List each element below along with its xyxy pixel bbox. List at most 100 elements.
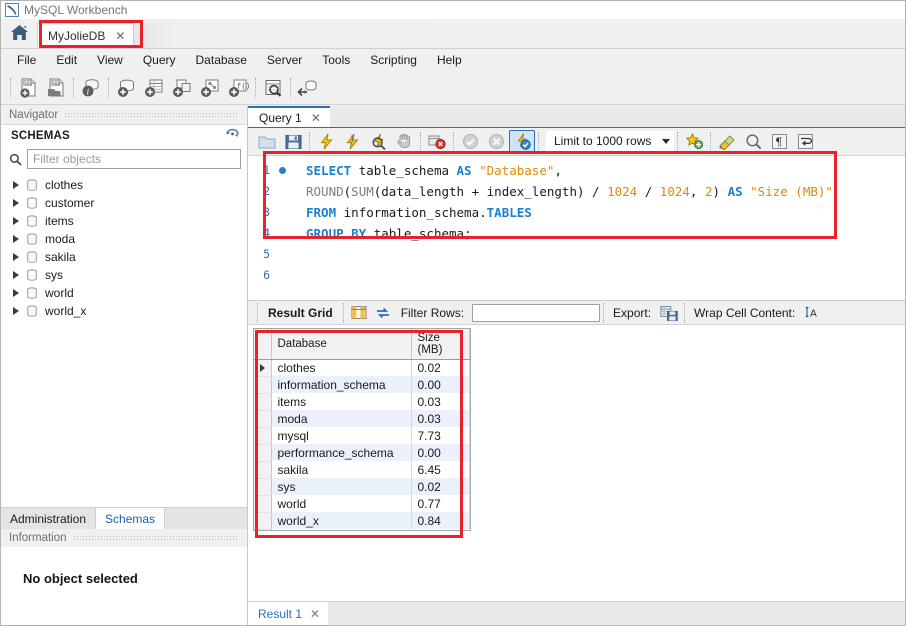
menu-scripting[interactable]: Scripting (360, 50, 427, 70)
home-button[interactable] (1, 19, 37, 48)
column-header-database[interactable]: Database (271, 329, 412, 360)
refresh-icon[interactable] (226, 128, 239, 143)
schema-item-moda[interactable]: moda (1, 230, 247, 248)
schema-item-sakila[interactable]: sakila (1, 248, 247, 266)
filter-objects-input[interactable] (27, 149, 241, 169)
schema-item-world[interactable]: world (1, 284, 247, 302)
chevron-right-icon[interactable] (13, 307, 19, 315)
sql-editor[interactable]: 1 2 3 4 5 6 SELECT table_schema AS "Data… (248, 156, 905, 301)
row-marker-cell[interactable] (254, 393, 272, 411)
row-marker-cell[interactable] (254, 478, 272, 496)
reconnect-dbms-icon[interactable] (294, 74, 322, 102)
cell-database[interactable]: performance_schema (271, 444, 412, 461)
table-row[interactable]: items 0.03 (254, 393, 470, 411)
chevron-down-icon[interactable] (657, 131, 675, 152)
sql-code-text[interactable]: SELECT table_schema AS "Database", ROUND(… (290, 156, 905, 300)
cell-size[interactable]: 7.73 (411, 427, 470, 444)
schema-item-world_x[interactable]: world_x (1, 302, 247, 320)
cell-database[interactable]: world_x (271, 512, 412, 529)
result-tab-result1[interactable]: Result 1 ✕ (248, 602, 329, 625)
menu-database[interactable]: Database (186, 50, 257, 70)
new-function-icon[interactable]: f() (224, 74, 252, 102)
chevron-right-icon[interactable] (13, 235, 19, 243)
cell-size[interactable]: 0.02 (411, 478, 470, 495)
cell-database[interactable]: clothes (271, 359, 412, 376)
menu-help[interactable]: Help (427, 50, 472, 70)
table-row[interactable]: moda 0.03 (254, 410, 470, 428)
cell-size[interactable]: 6.45 (411, 461, 470, 478)
cell-size[interactable]: 0.77 (411, 495, 470, 512)
search-data-icon[interactable] (259, 74, 287, 102)
close-icon[interactable]: ✕ (311, 111, 321, 125)
new-view-icon[interactable] (168, 74, 196, 102)
new-procedure-icon[interactable] (196, 74, 224, 102)
cell-database[interactable]: items (271, 393, 412, 410)
toggle-wrapping-icon[interactable] (792, 130, 818, 154)
export-recordset-icon[interactable] (657, 303, 681, 323)
new-table-icon[interactable] (140, 74, 168, 102)
table-row[interactable]: clothes 0.02 (254, 359, 470, 377)
schema-item-sys[interactable]: sys (1, 266, 247, 284)
chevron-right-icon[interactable] (13, 217, 19, 225)
menu-server[interactable]: Server (257, 50, 312, 70)
cell-database[interactable]: moda (271, 410, 412, 427)
find-icon[interactable] (740, 130, 766, 154)
refresh-arrows-icon[interactable] (371, 303, 395, 323)
table-row[interactable]: information_schema 0.00 (254, 376, 470, 394)
row-marker-cell[interactable] (254, 444, 272, 462)
cell-database[interactable]: sys (271, 478, 412, 495)
save-script-icon[interactable] (280, 130, 306, 154)
row-marker-cell[interactable] (254, 495, 272, 513)
menu-tools[interactable]: Tools (312, 50, 360, 70)
table-row[interactable]: sakila 6.45 (254, 461, 470, 479)
row-marker-cell[interactable] (254, 512, 272, 530)
explain-statement-icon[interactable] (365, 130, 391, 154)
cell-size[interactable]: 0.03 (411, 410, 470, 427)
open-sql-script-icon[interactable]: SQL (42, 74, 70, 102)
sidebar-tab-administration[interactable]: Administration (1, 508, 97, 529)
result-grid[interactable]: Database Size (MB) clothes 0.02 informatio… (253, 328, 471, 531)
column-header-size[interactable]: Size (MB) (411, 329, 470, 360)
menu-query[interactable]: Query (133, 50, 186, 70)
schema-item-customer[interactable]: customer (1, 194, 247, 212)
row-marker-cell[interactable] (254, 427, 272, 445)
toggle-autocommit-icon[interactable] (509, 129, 535, 154)
query-tab-query1[interactable]: Query 1 ✕ (248, 106, 330, 127)
cell-database[interactable]: sakila (271, 461, 412, 478)
table-row[interactable]: world 0.77 (254, 495, 470, 513)
editor-breakpoint-column[interactable] (274, 156, 290, 300)
menu-edit[interactable]: Edit (46, 50, 87, 70)
chevron-right-icon[interactable] (13, 199, 19, 207)
cell-database[interactable]: world (271, 495, 412, 512)
cell-size[interactable]: 0.02 (411, 359, 470, 376)
schema-item-items[interactable]: items (1, 212, 247, 230)
connection-tab-myjoliedb[interactable]: MyJolieDB ✕ (37, 23, 135, 48)
cell-database[interactable]: mysql (271, 427, 412, 444)
sidebar-tab-schemas[interactable]: Schemas (96, 508, 166, 529)
execute-statement-icon[interactable] (313, 130, 339, 154)
chevron-right-icon[interactable] (13, 181, 19, 189)
table-row[interactable]: mysql 7.73 (254, 427, 470, 445)
add-snippet-icon[interactable] (681, 130, 707, 154)
cell-size[interactable]: 0.00 (411, 444, 470, 461)
close-icon[interactable]: ✕ (115, 29, 125, 43)
close-icon[interactable]: ✕ (310, 607, 320, 621)
row-marker-cell[interactable] (254, 461, 272, 479)
toggle-invisible-chars-icon[interactable]: ¶ (766, 130, 792, 154)
cell-size[interactable]: 0.00 (411, 376, 470, 393)
filter-rows-input[interactable] (472, 303, 601, 322)
server-status-icon[interactable]: i (77, 74, 105, 102)
chevron-right-icon[interactable] (13, 271, 19, 279)
limit-rows-selector[interactable]: Limit to 1000 rows (546, 131, 675, 153)
cell-database[interactable]: information_schema (271, 376, 412, 393)
execute-current-statement-icon[interactable] (339, 130, 365, 154)
chevron-right-icon[interactable] (13, 289, 19, 297)
wrap-cell-icon[interactable]: A (801, 303, 825, 323)
row-marker-cell[interactable] (254, 359, 272, 377)
cell-size[interactable]: 0.03 (411, 393, 470, 410)
grid-view-icon[interactable] (347, 303, 371, 323)
beautify-sql-icon[interactable] (714, 130, 740, 154)
toggle-stop-on-error-icon[interactable] (424, 130, 450, 154)
cell-size[interactable]: 0.84 (411, 512, 470, 529)
new-sql-tab-icon[interactable]: SQL (14, 74, 42, 102)
